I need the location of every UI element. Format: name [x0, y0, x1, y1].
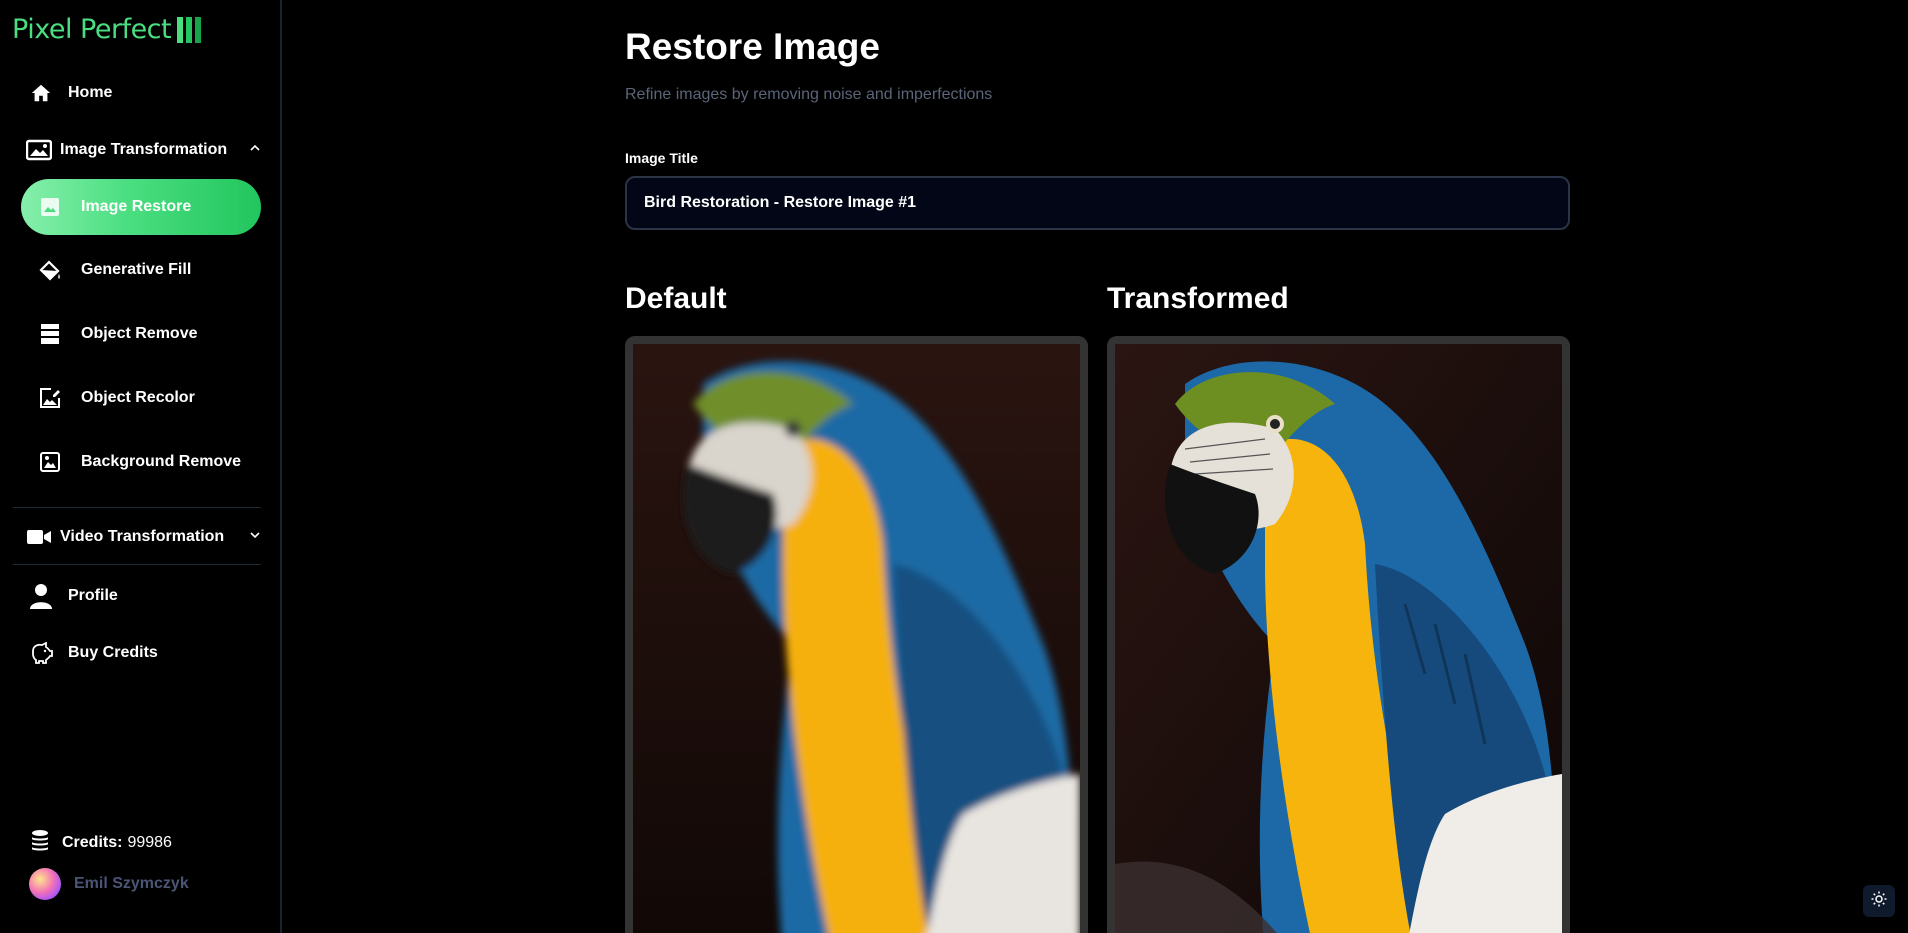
user-account[interactable]: Emil Szymczyk [29, 868, 189, 900]
sidebar-item-label: Generative Fill [81, 261, 192, 278]
divider [13, 564, 261, 565]
sidebar-item-label: Background Remove [81, 453, 242, 470]
sidebar-item-generative-fill[interactable]: Generative Fill [21, 242, 261, 298]
image-edit-icon [37, 385, 63, 411]
user-name: Emil Szymczyk [74, 875, 189, 892]
sidebar-item-label: Object Recolor [81, 389, 195, 406]
coins-stack-icon [30, 829, 50, 856]
layers-icon [37, 321, 63, 347]
piggy-bank-icon [28, 640, 54, 666]
credits-label: Credits: [62, 833, 123, 851]
user-icon [28, 583, 54, 609]
page-subtitle: Refine images by removing noise and impe… [625, 86, 993, 103]
landscape-image-icon [26, 137, 52, 163]
paint-bucket-icon [37, 257, 63, 283]
nav-video-transformation-label: Video Transformation [60, 528, 225, 545]
image-title-label: Image Title [625, 150, 698, 166]
sidebar-item-label: Object Remove [81, 325, 198, 342]
logo-text: Pixel Perfect [12, 14, 172, 45]
theme-toggle-button[interactable] [1863, 885, 1895, 917]
credits-display: Credits: 99986 [30, 829, 172, 856]
transformed-image [1107, 336, 1570, 933]
default-heading: Default [625, 282, 727, 315]
sidebar: Pixel Perfect Home Image Transformation … [0, 0, 282, 933]
nav-buy-credits-label: Buy Credits [68, 644, 158, 661]
app-logo[interactable]: Pixel Perfect [12, 14, 202, 45]
chevron-up-icon [248, 141, 262, 160]
sun-icon [1871, 891, 1887, 912]
page-title: Restore Image [625, 26, 880, 67]
nav-image-transformation[interactable]: Image Transformation [26, 137, 262, 163]
transformed-heading: Transformed [1107, 282, 1289, 315]
sidebar-item-object-remove[interactable]: Object Remove [21, 306, 261, 362]
logo-bars-icon [177, 16, 202, 43]
divider [13, 507, 261, 508]
nav-home-label: Home [68, 84, 113, 101]
nav-video-transformation[interactable]: Video Transformation [26, 524, 262, 550]
sidebar-item-image-restore[interactable]: Image Restore [21, 179, 261, 235]
home-icon [28, 80, 54, 106]
avatar [29, 868, 61, 900]
image-frame-icon [37, 449, 63, 475]
nav-image-transformation-label: Image Transformation [60, 141, 228, 158]
nav-buy-credits[interactable]: Buy Credits [28, 640, 158, 666]
sidebar-item-label: Image Restore [81, 198, 192, 215]
video-camera-icon [26, 524, 52, 550]
image-title-input[interactable] [625, 176, 1570, 230]
default-image [625, 336, 1088, 933]
nav-profile-label: Profile [68, 587, 118, 604]
sidebar-item-background-remove[interactable]: Background Remove [21, 434, 261, 490]
image-icon [37, 194, 63, 220]
nav-profile[interactable]: Profile [28, 583, 118, 609]
credits-value: 99986 [127, 833, 172, 851]
nav-home[interactable]: Home [28, 80, 112, 106]
sidebar-item-object-recolor[interactable]: Object Recolor [21, 370, 261, 426]
chevron-down-icon [248, 528, 262, 547]
